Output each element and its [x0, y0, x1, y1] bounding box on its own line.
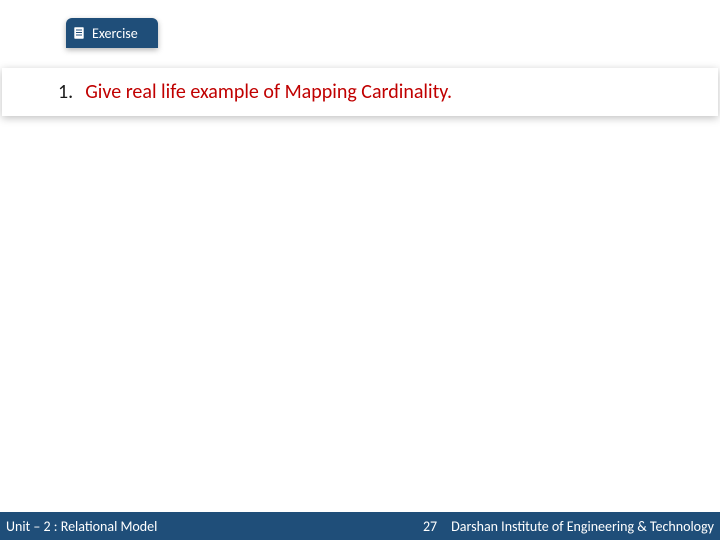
section-tab-label: Exercise [92, 25, 138, 42]
section-tab: Exercise [66, 18, 158, 48]
question-text: Give real life example of Mapping Cardin… [85, 80, 452, 104]
footer-page-number: 27 [409, 518, 451, 535]
slide: Exercise 1. Give real life example of Ma… [0, 0, 720, 540]
footer-institute: Darshan Institute of Engineering & Techn… [451, 518, 720, 535]
document-list-icon [72, 26, 86, 40]
question-number: 1. [58, 80, 73, 104]
footer: Unit – 2 : Relational Model 27 Darshan I… [0, 512, 720, 540]
footer-unit: Unit – 2 : Relational Model [0, 518, 157, 535]
question-bar: 1. Give real life example of Mapping Car… [2, 68, 718, 116]
